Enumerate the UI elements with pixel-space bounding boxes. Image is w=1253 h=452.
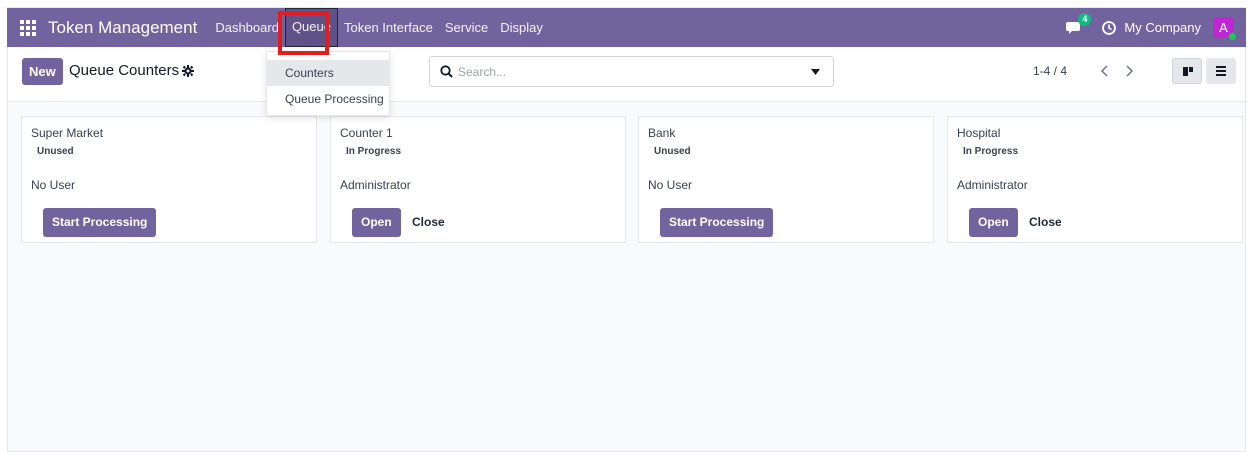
close-button[interactable]: Close — [1029, 208, 1062, 237]
kanban-card-bank[interactable]: Bank Unused No User Start Processing — [638, 116, 934, 243]
card-state: Unused — [37, 146, 74, 157]
gear-icon[interactable] — [182, 64, 194, 77]
company-switcher[interactable]: My Company — [1124, 20, 1201, 35]
search-box — [429, 56, 834, 87]
open-button[interactable]: Open — [352, 208, 401, 237]
pager-next-button[interactable] — [1118, 58, 1140, 84]
dropdown-item-counters[interactable]: Counters — [267, 60, 389, 86]
top-navbar: Token Management Dashboard Queue Token I… — [7, 8, 1246, 47]
kanban-card-super-market[interactable]: Super Market Unused No User Start Proces… — [21, 116, 317, 243]
chat-icon[interactable]: 4 — [1066, 12, 1092, 35]
menu-token-interface[interactable]: Token Interface — [338, 8, 439, 47]
page-title: Queue Counters — [69, 62, 180, 79]
search-options-toggle[interactable] — [799, 57, 833, 86]
card-name: Hospital — [957, 126, 1001, 140]
apps-grid-icon[interactable] — [20, 19, 36, 36]
card-state: Unused — [654, 146, 691, 157]
open-button[interactable]: Open — [969, 208, 1018, 237]
card-name: Super Market — [31, 126, 104, 140]
menu-display[interactable]: Display — [494, 8, 549, 47]
card-user: Administrator — [340, 178, 411, 192]
list-view-button[interactable] — [1206, 58, 1236, 84]
dropdown-item-queue-processing[interactable]: Queue Processing — [267, 86, 389, 112]
menu-dashboard[interactable]: Dashboard — [209, 8, 285, 47]
card-user: No User — [648, 178, 693, 192]
search-input[interactable] — [458, 57, 798, 86]
kanban-card-hospital[interactable]: Hospital In Progress Administrator Open … — [947, 116, 1243, 243]
control-panel: New Queue Counters Search... 1-4 / 4 — [8, 48, 1245, 102]
card-user: No User — [31, 178, 76, 192]
chat-count-badge: 4 — [1078, 12, 1092, 26]
avatar-letter: A — [1219, 20, 1228, 35]
card-state: In Progress — [346, 146, 402, 157]
new-button[interactable]: New — [22, 58, 63, 85]
card-name: Bank — [648, 126, 676, 140]
user-avatar[interactable]: A — [1213, 17, 1237, 41]
queue-dropdown-menu: Counters Queue Processing — [266, 51, 390, 116]
online-status-dot — [1228, 32, 1237, 41]
pager-previous-button[interactable] — [1094, 58, 1116, 84]
card-state: In Progress — [963, 146, 1019, 157]
pager-value[interactable]: 1-4 / 4 — [1033, 64, 1067, 78]
kanban-view-button[interactable] — [1172, 58, 1202, 84]
navbar-systray: 4 My Company A — [1066, 8, 1246, 47]
menu-queue[interactable]: Queue — [284, 8, 338, 47]
menu-service[interactable]: Service — [439, 8, 494, 47]
start-processing-button[interactable]: Start Processing — [43, 208, 157, 237]
start-processing-button[interactable]: Start Processing — [660, 208, 774, 237]
app-title[interactable]: Token Management — [48, 18, 197, 38]
card-user: Administrator — [957, 178, 1028, 192]
kanban-card-counter-1[interactable]: Counter 1 In Progress Administrator Open… — [330, 116, 626, 243]
clock-icon[interactable] — [1102, 20, 1117, 35]
search-icon — [440, 65, 453, 78]
card-name: Counter 1 — [340, 126, 393, 140]
close-button[interactable]: Close — [412, 208, 445, 237]
